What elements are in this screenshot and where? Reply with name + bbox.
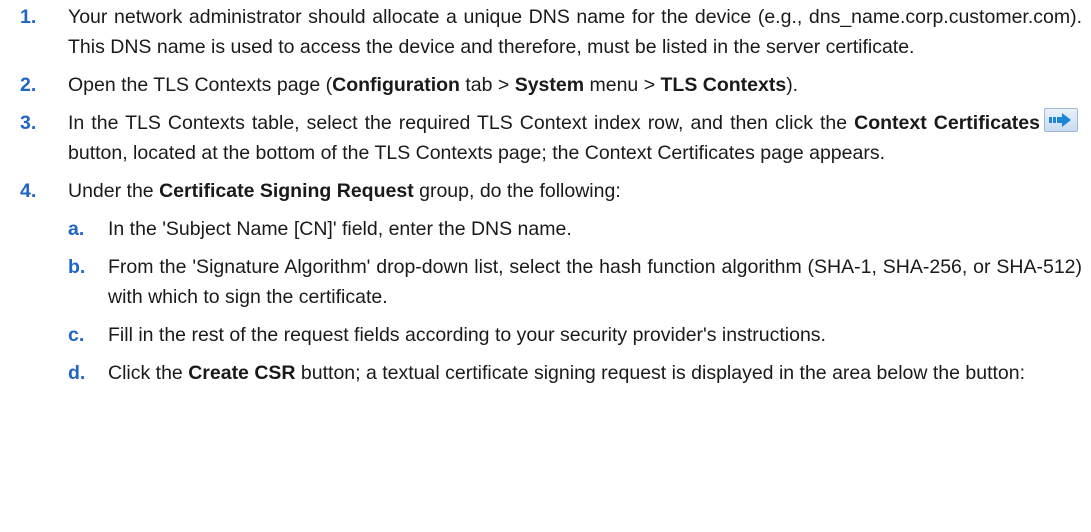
step-text-part: button, located at the bottom of the TLS… xyxy=(68,142,885,164)
certificate-signing-request-label: Certificate Signing Request xyxy=(159,180,414,202)
step-number: 1. xyxy=(20,6,37,28)
step-text: Under the Certificate Signing Request gr… xyxy=(68,176,1082,206)
system-menu-label: System xyxy=(514,74,585,96)
step-2: 2. Open the TLS Contexts page (Configura… xyxy=(20,70,1082,100)
step-text-part: In the TLS Contexts table, select the re… xyxy=(68,112,855,134)
substep-letter: c. xyxy=(68,324,85,346)
create-csr-label: Create CSR xyxy=(188,362,296,384)
step-text-part: menu > xyxy=(584,74,661,96)
step-content: Under the Certificate Signing Request gr… xyxy=(68,176,1082,388)
substep-text: From the 'Signature Algorithm' drop-down… xyxy=(108,256,1082,308)
step-text: Open the TLS Contexts page (Configuratio… xyxy=(68,70,1082,100)
step-text-part: Click the xyxy=(108,362,189,384)
step-1: 1. Your network administrator should all… xyxy=(20,2,1082,62)
substep-text: Click the Create CSR button; a textual c… xyxy=(108,358,1082,388)
substep-letter: a. xyxy=(68,218,85,240)
substep-a: a. In the 'Subject Name [CN]' field, ent… xyxy=(68,214,1082,244)
step-4: 4. Under the Certificate Signing Request… xyxy=(20,176,1082,388)
step-number: 3. xyxy=(20,112,37,134)
step-3: 3. In the TLS Contexts table, select the… xyxy=(20,108,1082,168)
substep-c: c. Fill in the rest of the request field… xyxy=(68,320,1082,350)
step-text-part: ). xyxy=(786,74,799,96)
step-text-part: tab > xyxy=(459,74,515,96)
step-text-part: button; a textual certificate signing re… xyxy=(295,362,1026,384)
step-text-part: Open the TLS Contexts page ( xyxy=(68,74,333,96)
context-certificates-arrow-icon xyxy=(1044,108,1078,132)
substep-text: In the 'Subject Name [CN]' field, enter … xyxy=(108,218,572,240)
procedure-document: 1. Your network administrator should all… xyxy=(20,2,1082,396)
step-number: 2. xyxy=(20,74,37,96)
tls-contexts-label: TLS Contexts xyxy=(660,74,787,96)
substep-letter: b. xyxy=(68,256,86,278)
step-text: In the TLS Contexts table, select the re… xyxy=(68,108,1082,168)
step-number: 4. xyxy=(20,180,37,202)
step-text: Your network administrator should alloca… xyxy=(68,6,1082,58)
substep-b: b. From the 'Signature Algorithm' drop-d… xyxy=(68,252,1082,312)
step-text-part: group, do the following: xyxy=(413,180,621,202)
substep-letter: d. xyxy=(68,362,86,384)
substep-d: d. Click the Create CSR button; a textua… xyxy=(68,358,1082,388)
substep-text: Fill in the rest of the request fields a… xyxy=(108,324,826,346)
configuration-tab-label: Configuration xyxy=(332,74,460,96)
step-text-part: Under the xyxy=(68,180,160,202)
context-certificates-label: Context Certificates xyxy=(854,112,1040,134)
